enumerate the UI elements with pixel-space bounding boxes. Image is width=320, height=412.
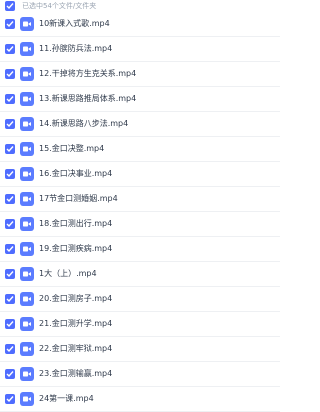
file-checkbox[interactable] bbox=[5, 394, 15, 404]
file-name[interactable]: 19.金口测疾病.mp4 bbox=[39, 237, 112, 261]
video-file-icon bbox=[20, 392, 34, 406]
file-row[interactable]: 16.金口决事业.mp4 bbox=[0, 162, 280, 187]
file-checkbox[interactable] bbox=[5, 344, 15, 354]
file-checkbox[interactable] bbox=[5, 194, 15, 204]
video-file-icon bbox=[20, 17, 34, 31]
video-file-icon bbox=[20, 42, 34, 56]
selected-count-text: 已选中54个文件/文件夹 bbox=[22, 2, 97, 10]
file-name[interactable]: 10新课入式歌.mp4 bbox=[39, 12, 110, 36]
video-file-icon bbox=[20, 242, 34, 256]
file-row[interactable]: 23.金口测输赢.mp4 bbox=[0, 362, 280, 387]
file-list: 10新课入式歌.mp4 11.孙膑防兵法.mp4 12.干掉将方生克关系.mp4 13… bbox=[0, 12, 280, 412]
file-name[interactable]: 17节金口测婚姻.mp4 bbox=[39, 187, 118, 211]
file-name[interactable]: 1大（上）.mp4 bbox=[39, 262, 97, 286]
select-all-checkbox[interactable] bbox=[5, 1, 15, 11]
video-file-icon bbox=[20, 67, 34, 81]
file-row[interactable]: 12.干掉将方生克关系.mp4 bbox=[0, 62, 280, 87]
file-checkbox[interactable] bbox=[5, 369, 15, 379]
file-name[interactable]: 22.金口测牢狱.mp4 bbox=[39, 337, 112, 361]
file-row[interactable]: 1大（上）.mp4 bbox=[0, 262, 280, 287]
file-checkbox[interactable] bbox=[5, 44, 15, 54]
file-name[interactable]: 21.金口测升学.mp4 bbox=[39, 312, 112, 336]
video-file-icon bbox=[20, 267, 34, 281]
file-checkbox[interactable] bbox=[5, 294, 15, 304]
file-checkbox[interactable] bbox=[5, 169, 15, 179]
file-checkbox[interactable] bbox=[5, 269, 15, 279]
file-name[interactable]: 15.金口决整.mp4 bbox=[39, 137, 104, 161]
file-checkbox[interactable] bbox=[5, 69, 15, 79]
file-checkbox[interactable] bbox=[5, 219, 15, 229]
video-file-icon bbox=[20, 317, 34, 331]
selection-header: 已选中54个文件/文件夹 bbox=[0, 0, 280, 12]
file-name[interactable]: 20.金口测房子.mp4 bbox=[39, 287, 112, 311]
file-row[interactable]: 14.新课思路八步法.mp4 bbox=[0, 112, 280, 137]
file-row[interactable]: 13.新课思路推局体系.mp4 bbox=[0, 87, 280, 112]
file-name[interactable]: 12.干掉将方生克关系.mp4 bbox=[39, 62, 136, 86]
file-row[interactable]: 18.金口测出行.mp4 bbox=[0, 212, 280, 237]
file-name[interactable]: 18.金口测出行.mp4 bbox=[39, 212, 112, 236]
file-name[interactable]: 14.新课思路八步法.mp4 bbox=[39, 112, 128, 136]
video-file-icon bbox=[20, 342, 34, 356]
file-name[interactable]: 11.孙膑防兵法.mp4 bbox=[39, 37, 112, 61]
file-row[interactable]: 10新课入式歌.mp4 bbox=[0, 12, 280, 37]
file-checkbox[interactable] bbox=[5, 144, 15, 154]
video-file-icon bbox=[20, 117, 34, 131]
video-file-icon bbox=[20, 167, 34, 181]
file-row[interactable]: 15.金口决整.mp4 bbox=[0, 137, 280, 162]
file-row[interactable]: 22.金口测牢狱.mp4 bbox=[0, 337, 280, 362]
file-checkbox[interactable] bbox=[5, 119, 15, 129]
file-checkbox[interactable] bbox=[5, 94, 15, 104]
video-file-icon bbox=[20, 192, 34, 206]
file-row[interactable]: 19.金口测疾病.mp4 bbox=[0, 237, 280, 262]
file-checkbox[interactable] bbox=[5, 244, 15, 254]
file-name[interactable]: 13.新课思路推局体系.mp4 bbox=[39, 87, 136, 111]
file-name[interactable]: 16.金口决事业.mp4 bbox=[39, 162, 112, 186]
video-file-icon bbox=[20, 217, 34, 231]
file-row[interactable]: 21.金口测升学.mp4 bbox=[0, 312, 280, 337]
video-file-icon bbox=[20, 367, 34, 381]
file-checkbox[interactable] bbox=[5, 19, 15, 29]
video-file-icon bbox=[20, 292, 34, 306]
video-file-icon bbox=[20, 142, 34, 156]
video-file-icon bbox=[20, 92, 34, 106]
file-name[interactable]: 24第一课.mp4 bbox=[39, 387, 94, 411]
file-checkbox[interactable] bbox=[5, 319, 15, 329]
file-row[interactable]: 11.孙膑防兵法.mp4 bbox=[0, 37, 280, 62]
file-row[interactable]: 17节金口测婚姻.mp4 bbox=[0, 187, 280, 212]
file-row[interactable]: 20.金口测房子.mp4 bbox=[0, 287, 280, 312]
file-name[interactable]: 23.金口测输赢.mp4 bbox=[39, 362, 112, 386]
